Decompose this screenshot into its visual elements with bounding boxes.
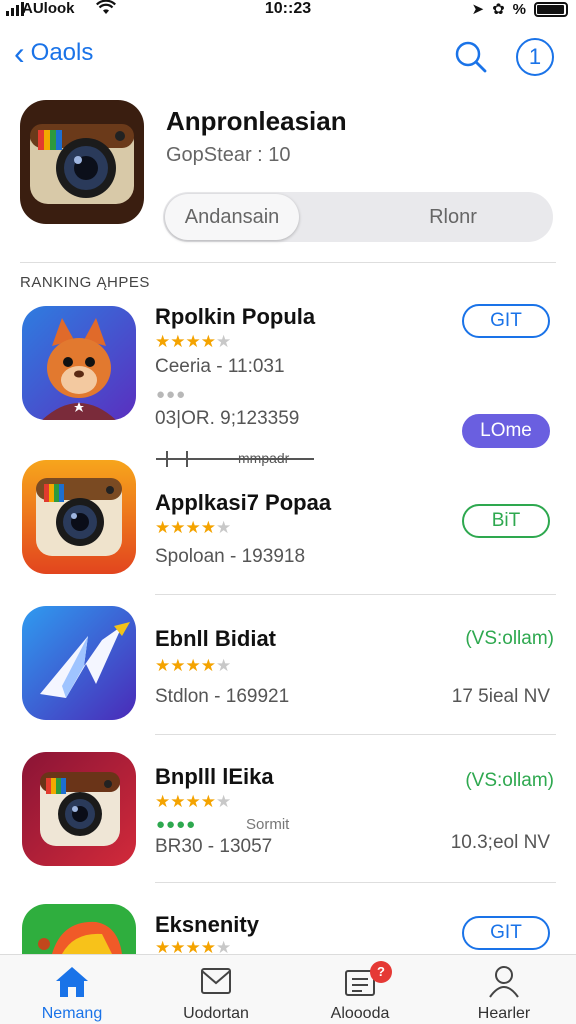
app-icon-arrow [22, 606, 136, 720]
row-1-meta: Ceeria - 11:031 [155, 356, 285, 377]
app-icon-camera-orange [22, 460, 136, 574]
row-2-get-button[interactable]: BiT [462, 504, 550, 538]
row-4-name: Bnplll lEika [155, 764, 274, 789]
row-3-name: Ebnll Bidiat [155, 626, 276, 651]
tab-messages[interactable]: Uodortan [144, 955, 288, 1024]
row-5-rating: ★★★★★ [155, 938, 232, 954]
row-2-name: Applkasi7 Popaa [155, 490, 332, 515]
download-progress [156, 451, 314, 467]
row-4-dots-label: Sormit [246, 816, 290, 833]
row-4-size: 10.3;eol NV [450, 832, 550, 853]
row-1-rating: ★★★★★ [155, 332, 232, 351]
row-1-open-button[interactable]: LOme [462, 414, 550, 448]
row-5-name: Eksnenity [155, 912, 259, 937]
app-icon-camera-red [22, 752, 136, 866]
row-1-name: Rpolkin Popula [155, 304, 316, 329]
divider [155, 594, 556, 595]
notification-badge: ? [370, 961, 392, 983]
segmented-control: Andansain Rlonr [163, 192, 553, 242]
app-icon-mascot [22, 306, 136, 420]
back-button[interactable]: ‹ Oaols [14, 35, 94, 71]
info-icon[interactable]: 1 [516, 38, 554, 76]
row-3-price[interactable]: (VS:ollam) [465, 628, 554, 650]
section-label: RANKING ĄHPES [20, 274, 150, 291]
row-3-size: 17 5ieal NV [451, 686, 550, 707]
row-2-rating: ★★★★★ [155, 518, 232, 537]
location-icon: ➤ [471, 1, 485, 18]
app-title: Anpronleasian [166, 106, 347, 136]
bluetooth-icon: ✿ [492, 1, 505, 18]
envelope-icon [196, 963, 236, 999]
tab-label: Nemang [41, 1005, 103, 1022]
tab-profile[interactable]: Hearler [432, 955, 576, 1024]
row-3-meta: Stdlon - 169921 [155, 686, 290, 707]
tab-label: Uodortan [183, 1005, 249, 1022]
app-subtitle: GopStear : 10 [166, 144, 291, 166]
battery-percent: % [512, 0, 526, 18]
chevron-left-icon: ‹ [14, 35, 25, 71]
status-bar: AUlook 10::23 ➤ ✿ % [0, 0, 576, 20]
tab-label: Aloooda [330, 1005, 390, 1022]
search-icon[interactable] [452, 38, 490, 76]
row-1-meta-2: 03|OR. 9;123359 [155, 408, 300, 429]
divider [155, 734, 556, 735]
row-4-price[interactable]: (VS:ollam) [465, 770, 554, 792]
tab-home[interactable]: Nemang [0, 955, 144, 1024]
app-icon-green [22, 904, 136, 954]
tab-bar: Nemang Uodortan ? Aloooda Hearler [0, 954, 576, 1024]
row-5-get-button[interactable]: GIT [462, 916, 550, 950]
row-1-dots: ●●● [156, 386, 187, 403]
row-2-meta: Spoloan - 193918 [155, 546, 306, 567]
app-icon-camera [20, 100, 144, 224]
segment-option-2[interactable]: Rlonr [363, 192, 543, 242]
divider [155, 882, 556, 883]
row-4-dots: ●●●● [156, 816, 197, 833]
row-3-rating: ★★★★★ [155, 656, 232, 675]
row-4-meta: BR30 - 13057 [155, 836, 273, 857]
divider [20, 262, 556, 263]
tab-updates[interactable]: ? Aloooda [288, 955, 432, 1024]
navigation-bar: ‹ Oaols 1 [0, 34, 576, 80]
row-1-get-button[interactable]: GIT [462, 304, 550, 338]
back-label: Oaols [30, 39, 94, 66]
row-4-rating: ★★★★★ [155, 792, 232, 811]
segment-option-1[interactable]: Andansain [165, 194, 299, 240]
tab-label: Hearler [477, 1005, 531, 1022]
profile-icon [484, 963, 524, 999]
progress-label: mmpadr [238, 450, 290, 466]
battery-icon [534, 1, 568, 17]
home-icon [52, 963, 92, 999]
